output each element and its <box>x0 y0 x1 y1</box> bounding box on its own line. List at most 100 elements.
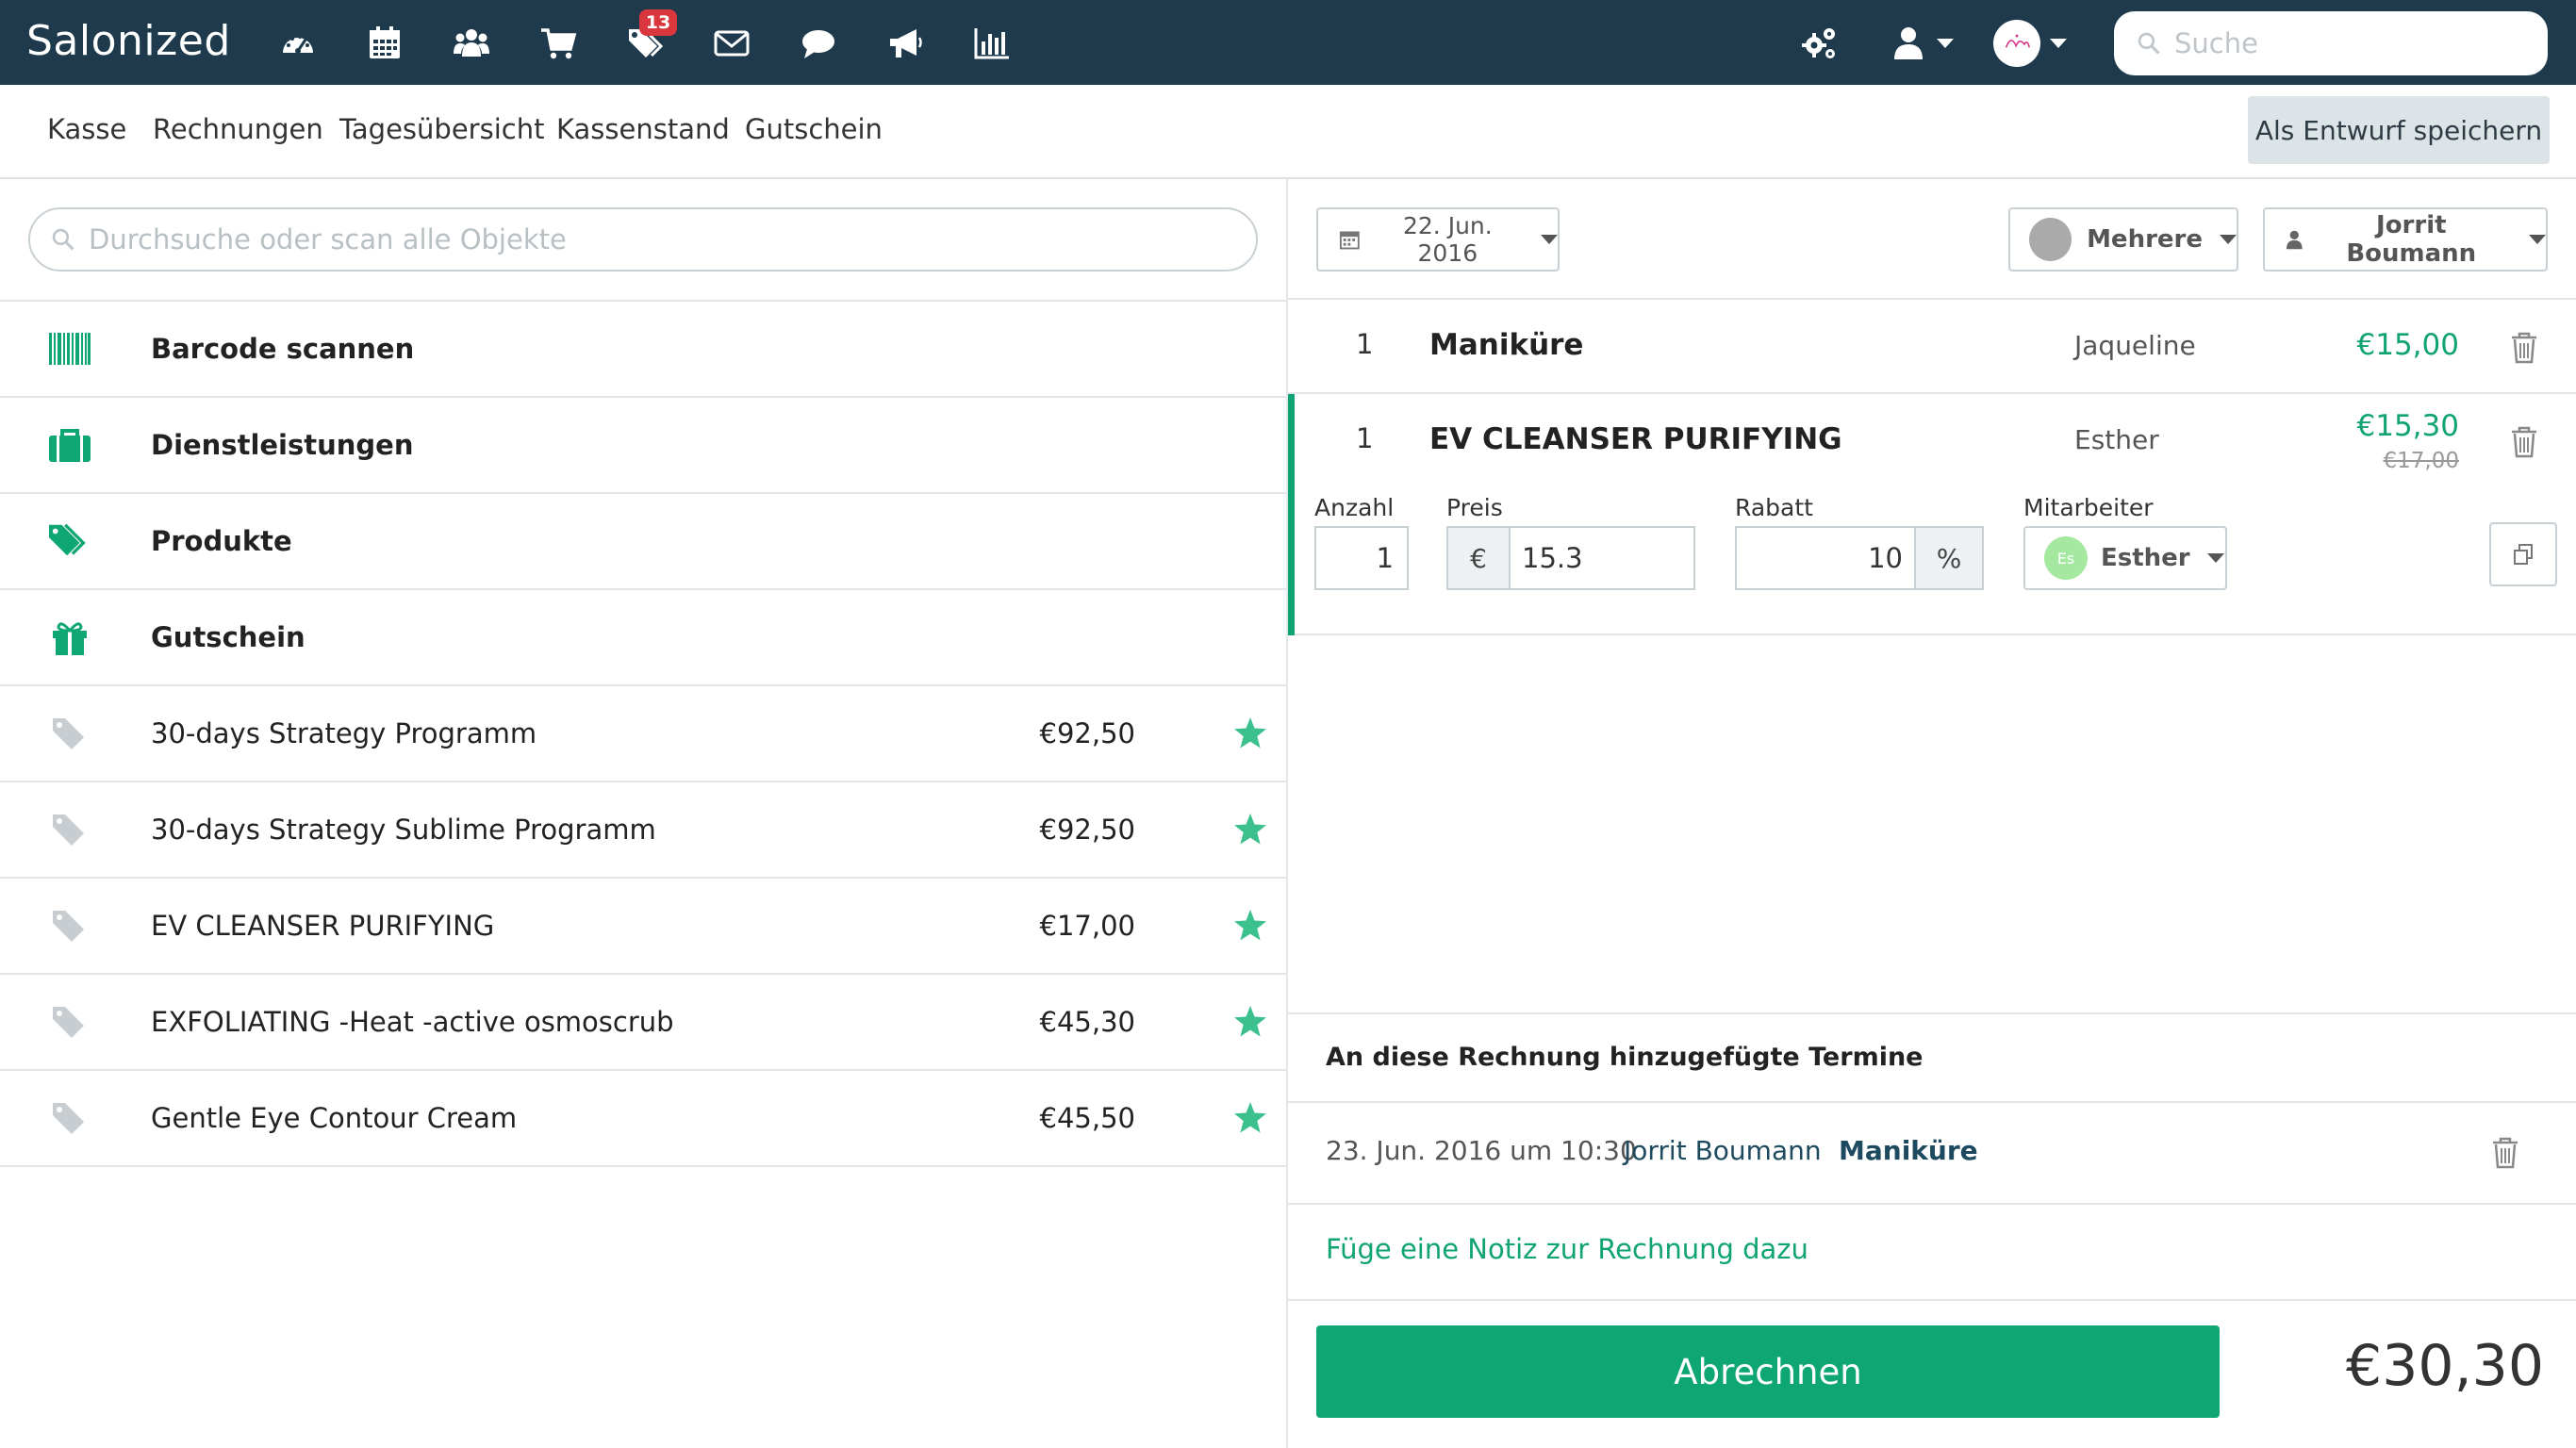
reports-chart-icon[interactable] <box>971 23 1013 64</box>
product-row[interactable]: EXFOLIATING -Heat -active osmoscrub €45,… <box>0 975 1286 1071</box>
price-input-group[interactable]: € 15.3 <box>1446 526 1695 590</box>
date-value: 22. Jun. 2016 <box>1374 212 1522 267</box>
product-price: €17,00 <box>1040 910 1135 942</box>
invoice-total: €30,30 <box>2346 1333 2544 1399</box>
subnav-rechnungen[interactable]: Rechnungen <box>153 113 323 145</box>
product-row[interactable]: Gentle Eye Contour Cream €45,50 <box>0 1071 1286 1167</box>
item-browser-panel: Barcode scannen Dienstleistungen Produkt… <box>0 179 1286 1448</box>
separator <box>1288 1012 2576 1014</box>
appointment-employee[interactable]: Jorrit Boumann <box>1624 1135 1822 1166</box>
product-price: €45,30 <box>1040 1006 1135 1038</box>
discount-input[interactable]: 10 <box>1737 528 1916 588</box>
price-input[interactable]: 15.3 <box>1522 542 1583 574</box>
category-label: Produkte <box>151 525 292 557</box>
trash-icon[interactable] <box>2510 332 2538 364</box>
invoice-panel: 22. Jun. 2016 Mehrere Jorrit Boumann 1 M… <box>1288 179 2576 1448</box>
customer-select-button[interactable]: Mehrere <box>2008 207 2238 272</box>
date-picker-button[interactable]: 22. Jun. 2016 <box>1316 207 1560 272</box>
calendar-icon[interactable] <box>364 23 405 64</box>
chevron-down-icon <box>2050 39 2067 48</box>
category-barcode-scan[interactable]: Barcode scannen <box>0 302 1286 398</box>
product-row[interactable]: 30-days Strategy Programm €92,50 <box>0 686 1286 782</box>
barcode-icon <box>49 330 91 368</box>
line-quantity: 1 <box>1356 422 1373 454</box>
favorite-star-icon[interactable] <box>1233 716 1267 750</box>
line-employee: Jaqueline <box>2074 330 2196 361</box>
global-search-input[interactable] <box>2174 27 2533 59</box>
appointment-date: 23. Jun. 2016 um 10:30 <box>1326 1135 1637 1166</box>
product-name: EXFOLIATING -Heat -active osmoscrub <box>151 1006 674 1038</box>
megaphone-icon[interactable] <box>884 23 926 64</box>
subnav-gutschein[interactable]: Gutschein <box>745 113 883 145</box>
subnav-tagesuebersicht[interactable]: Tagesübersicht <box>339 113 544 145</box>
trash-icon[interactable] <box>2491 1137 2519 1169</box>
subnav-kassenstand[interactable]: Kassenstand <box>556 113 730 145</box>
invoice-line-expanded[interactable]: 1 EV CLEANSER PURIFYING Esther €15,30 €1… <box>1288 394 2576 635</box>
favorite-star-icon[interactable] <box>1233 1005 1267 1039</box>
duplicate-line-button[interactable] <box>2489 522 2557 586</box>
chevron-down-icon <box>2220 235 2237 244</box>
briefcase-icon <box>49 426 91 464</box>
invoice-line[interactable]: 1 Maniküre Jaqueline €15,00 <box>1288 300 2576 394</box>
salon-menu[interactable] <box>1993 21 2067 66</box>
category-label: Dienstleistungen <box>151 429 414 461</box>
product-price: €92,50 <box>1040 814 1135 846</box>
customer-name: Mehrere <box>2087 225 2203 254</box>
cart-icon[interactable] <box>537 23 579 64</box>
top-bar: Salonized 13 <box>0 0 2576 85</box>
active-line-indicator <box>1288 394 1295 635</box>
customer-avatar <box>2029 218 2072 261</box>
user-icon <box>2286 229 2304 250</box>
category-products[interactable]: Produkte <box>0 494 1286 590</box>
chevron-down-icon <box>2529 235 2546 244</box>
appointments-title: An diese Rechnung hinzugefügte Termine <box>1326 1043 1924 1072</box>
product-row[interactable]: EV CLEANSER PURIFYING €17,00 <box>0 879 1286 975</box>
copy-icon <box>2512 543 2535 566</box>
brand-logo[interactable]: Salonized <box>26 17 231 65</box>
tag-icon <box>49 907 91 945</box>
checkout-button[interactable]: Abrechnen <box>1316 1325 2220 1418</box>
object-search[interactable] <box>28 207 1258 272</box>
user-menu[interactable] <box>1890 21 1954 66</box>
favorite-star-icon[interactable] <box>1233 813 1267 847</box>
product-price: €45,50 <box>1040 1102 1135 1134</box>
chat-icon[interactable] <box>798 23 839 64</box>
subnav-kasse[interactable]: Kasse <box>47 113 126 145</box>
notification-badge: 13 <box>639 9 677 36</box>
save-draft-button[interactable]: Als Entwurf speichern <box>2248 96 2550 164</box>
employee-label: Mitarbeiter <box>2023 494 2154 521</box>
category-services[interactable]: Dienstleistungen <box>0 398 1286 494</box>
product-row[interactable]: 30-days Strategy Sublime Programm €92,50 <box>0 782 1286 879</box>
calendar-icon <box>1339 228 1361 251</box>
favorite-star-icon[interactable] <box>1233 1101 1267 1135</box>
appointment-service[interactable]: Maniküre <box>1839 1135 1978 1166</box>
category-voucher[interactable]: Gutschein <box>0 590 1286 686</box>
object-search-input[interactable] <box>89 223 1220 255</box>
global-search[interactable] <box>2114 11 2548 75</box>
trash-icon[interactable] <box>2510 426 2538 458</box>
tags-icon <box>49 522 91 560</box>
dashboard-icon[interactable] <box>277 23 319 64</box>
quantity-label: Anzahl <box>1314 494 1394 521</box>
discount-input-group[interactable]: 10 % <box>1735 526 1984 590</box>
cashier-select-button[interactable]: Jorrit Boumann <box>2263 207 2548 272</box>
add-note-link[interactable]: Füge eine Notiz zur Rechnung dazu <box>1326 1233 1808 1265</box>
employee-select[interactable]: Es Esther <box>2023 526 2227 590</box>
settings-gears-icon[interactable] <box>1799 23 1841 64</box>
chevron-down-icon <box>2207 553 2224 563</box>
chevron-down-icon <box>1937 39 1954 48</box>
chevron-down-icon <box>1541 235 1558 244</box>
favorite-star-icon[interactable] <box>1233 909 1267 943</box>
salon-logo-avatar <box>1993 20 2040 67</box>
customers-icon[interactable] <box>451 23 492 64</box>
tag-icon <box>49 1003 91 1041</box>
line-item-name: EV CLEANSER PURIFYING <box>1429 422 1842 456</box>
line-employee: Esther <box>2074 424 2159 455</box>
separator <box>1288 1101 2576 1103</box>
line-item-name: Maniküre <box>1429 328 1583 362</box>
search-icon <box>2137 31 2161 56</box>
category-label: Barcode scannen <box>151 333 414 365</box>
price-label: Preis <box>1446 494 1503 521</box>
mail-icon[interactable] <box>711 23 752 64</box>
quantity-input[interactable]: 1 <box>1314 526 1409 590</box>
